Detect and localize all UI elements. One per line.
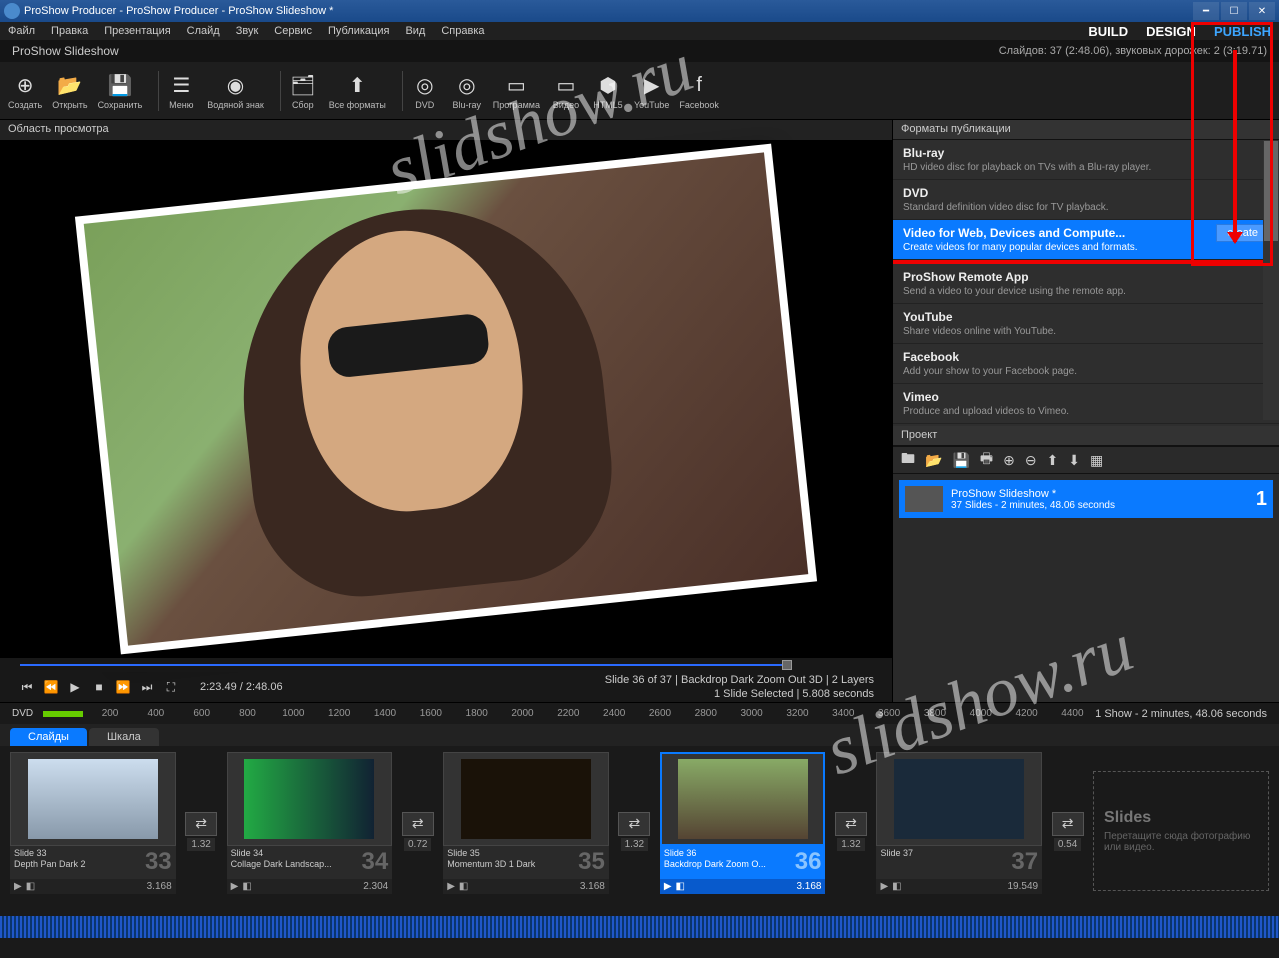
menu-service[interactable]: Сервис <box>274 25 312 37</box>
publish-item[interactable]: DVDStandard definition video disc for TV… <box>893 180 1279 220</box>
toolbar-Программа[interactable]: ▭Программа <box>493 72 540 110</box>
toolbar-Все форматы[interactable]: ⬆Все форматы <box>329 72 386 110</box>
toolbar-Открыть[interactable]: 📂Открыть <box>52 72 87 110</box>
maximize-button[interactable]: ☐ <box>1221 2 1247 20</box>
drop-zone[interactable]: SlidesПеретащите сюда фотографию или вид… <box>1093 771 1269 891</box>
ruler-label: DVD <box>12 708 33 719</box>
toolbar-DVD[interactable]: ◎DVD <box>409 72 441 110</box>
menu-file[interactable]: Файл <box>8 25 35 37</box>
close-button[interactable]: ✕ <box>1249 2 1275 20</box>
proj-add-icon[interactable]: ⊕ <box>1003 452 1015 469</box>
preview-photo <box>75 144 817 655</box>
publish-item[interactable]: YouTubeShare videos online with YouTube. <box>893 304 1279 344</box>
menu-sound[interactable]: Звук <box>236 25 259 37</box>
tab-publish[interactable]: PUBLISH <box>1214 24 1271 39</box>
menu-presentation[interactable]: Презентация <box>104 25 170 37</box>
rewind-button[interactable]: ⏪ <box>42 678 60 696</box>
scrollbar[interactable] <box>1263 140 1279 420</box>
publish-item[interactable]: ProShow Remote AppSend a video to your d… <box>893 264 1279 304</box>
infobar: ProShow Slideshow Слайдов: 37 (2:48.06),… <box>0 40 1279 62</box>
menu-edit[interactable]: Правка <box>51 25 88 37</box>
tab-design[interactable]: DESIGN <box>1146 24 1196 39</box>
tab-build[interactable]: BUILD <box>1088 24 1128 39</box>
project-status: Слайдов: 37 (2:48.06), звуковых дорожек:… <box>999 45 1267 57</box>
slide-card[interactable]: Slide 36Backdrop Dark Zoom O...36▶◧3.168 <box>660 752 826 910</box>
show-info: 1 Show - 2 minutes, 48.06 seconds <box>1095 708 1267 720</box>
project-title: ProShow Slideshow <box>12 44 119 58</box>
forward-button[interactable]: ⏩ <box>114 678 132 696</box>
preview-area[interactable] <box>0 140 892 658</box>
time-display: 2:23.49 / 2:48.06 <box>200 681 283 693</box>
publish-item[interactable]: createVideo for Web, Devices and Compute… <box>893 220 1279 260</box>
audio-waveform[interactable] <box>0 916 1279 938</box>
slide-card[interactable]: Slide 34Collage Dark Landscap...34▶◧2.30… <box>227 752 393 910</box>
proj-grid-icon[interactable]: ▦ <box>1090 452 1103 469</box>
slide-strip[interactable]: Slide 33Depth Pan Dark 233▶◧3.168⇄1.32Sl… <box>0 746 1279 916</box>
play-button[interactable]: ▶ <box>66 678 84 696</box>
ruler-marker <box>43 711 83 717</box>
transition[interactable]: ⇄1.32 <box>182 752 221 910</box>
toolbar-YouTube[interactable]: ▶YouTube <box>634 72 669 110</box>
toolbar-Водяной знак[interactable]: ◉Водяной знак <box>207 72 263 110</box>
toolbar-Меню[interactable]: ☰Меню <box>165 72 197 110</box>
last-button[interactable]: ⏭ <box>138 678 156 696</box>
first-button[interactable]: ⏮ <box>18 678 36 696</box>
menu-help[interactable]: Справка <box>441 25 484 37</box>
slide-info-line1: Slide 36 of 37 | Backdrop Dark Zoom Out … <box>605 673 874 687</box>
ruler-bar: DVD 200400600800100012001400160018002000… <box>0 702 1279 724</box>
transition[interactable]: ⇄0.54 <box>1048 752 1087 910</box>
publish-list[interactable]: Blu-rayHD video disc for playback on TVs… <box>893 140 1279 426</box>
annotation-arrow <box>1233 50 1237 242</box>
transition[interactable]: ⇄1.32 <box>615 752 654 910</box>
timeline-tabs: Слайды Шкала <box>0 724 1279 746</box>
toolbar-Видео[interactable]: ▭Видео <box>550 72 582 110</box>
preview-header: Область просмотра <box>0 120 892 140</box>
publish-item[interactable]: VimeoProduce and upload videos to Vimeo. <box>893 384 1279 424</box>
toolbar: ⊕Создать 📂Открыть 💾Сохранить ☰Меню ◉Водяной … <box>0 62 1279 120</box>
proj-open-icon[interactable]: 📂 <box>925 452 942 469</box>
project-item[interactable]: ProShow Slideshow * 37 Slides - 2 minute… <box>899 480 1273 518</box>
transport-controls: ⏮ ⏪ ▶ ■ ⏩ ⏭ ⛶ 2:23.49 / 2:48.06 Slide 36… <box>0 672 892 702</box>
minimize-button[interactable]: ━ <box>1193 2 1219 20</box>
project-item-title: ProShow Slideshow * <box>951 488 1115 500</box>
slide-card[interactable]: Slide 3737▶◧19.549 <box>876 752 1042 910</box>
toolbar-Создать[interactable]: ⊕Создать <box>8 72 42 110</box>
app-icon <box>4 3 20 19</box>
menubar: Файл Правка Презентация Слайд Звук Серви… <box>0 22 1279 40</box>
project-header: Проект <box>893 426 1279 446</box>
project-thumb <box>905 486 943 512</box>
toolbar-Facebook[interactable]: fFacebook <box>679 72 719 110</box>
scrub-bar[interactable] <box>0 658 892 672</box>
project-item-num: 1 <box>1256 488 1267 511</box>
proj-remove-icon[interactable]: ⊖ <box>1025 452 1037 469</box>
slide-card[interactable]: Slide 33Depth Pan Dark 233▶◧3.168 <box>10 752 176 910</box>
slide-card[interactable]: Slide 35Momentum 3D 1 Dark35▶◧3.168 <box>443 752 609 910</box>
publish-header: Форматы публикации <box>893 120 1279 140</box>
transition[interactable]: ⇄0.72 <box>398 752 437 910</box>
toolbar-Сбор[interactable]: 🗂Сбор <box>287 72 319 110</box>
menu-publish[interactable]: Публикация <box>328 25 389 37</box>
stop-button[interactable]: ■ <box>90 678 108 696</box>
fullscreen-button[interactable]: ⛶ <box>162 678 180 696</box>
publish-item[interactable]: FacebookAdd your show to your Facebook p… <box>893 344 1279 384</box>
menu-slide[interactable]: Слайд <box>187 25 220 37</box>
toolbar-HTML5[interactable]: ⬢HTML5 <box>592 72 624 110</box>
proj-print-icon[interactable]: 🖶 <box>980 448 993 472</box>
proj-save-icon[interactable]: 💾 <box>952 452 969 469</box>
tab-slides[interactable]: Слайды <box>10 728 87 746</box>
titlebar: ProShow Producer - ProShow Producer - Pr… <box>0 0 1279 22</box>
proj-up-icon[interactable]: ⬆ <box>1047 452 1059 469</box>
toolbar-Blu-ray[interactable]: ◎Blu-ray <box>451 72 483 110</box>
toolbar-Сохранить[interactable]: 💾Сохранить <box>98 72 143 110</box>
proj-new-icon[interactable]: 🖿 <box>901 448 915 472</box>
menu-view[interactable]: Вид <box>405 25 425 37</box>
project-item-sub: 37 Slides - 2 minutes, 48.06 seconds <box>951 500 1115 511</box>
window-title: ProShow Producer - ProShow Producer - Pr… <box>24 5 333 17</box>
transition[interactable]: ⇄1.32 <box>831 752 870 910</box>
tab-scale[interactable]: Шкала <box>89 728 159 746</box>
slide-info-line2: 1 Slide Selected | 5.808 seconds <box>605 687 874 701</box>
publish-item[interactable]: Blu-rayHD video disc for playback on TVs… <box>893 140 1279 180</box>
proj-down-icon[interactable]: ⬇ <box>1068 452 1080 469</box>
project-toolbar: 🖿 📂 💾 🖶 ⊕ ⊖ ⬆ ⬇ ▦ <box>893 446 1279 474</box>
